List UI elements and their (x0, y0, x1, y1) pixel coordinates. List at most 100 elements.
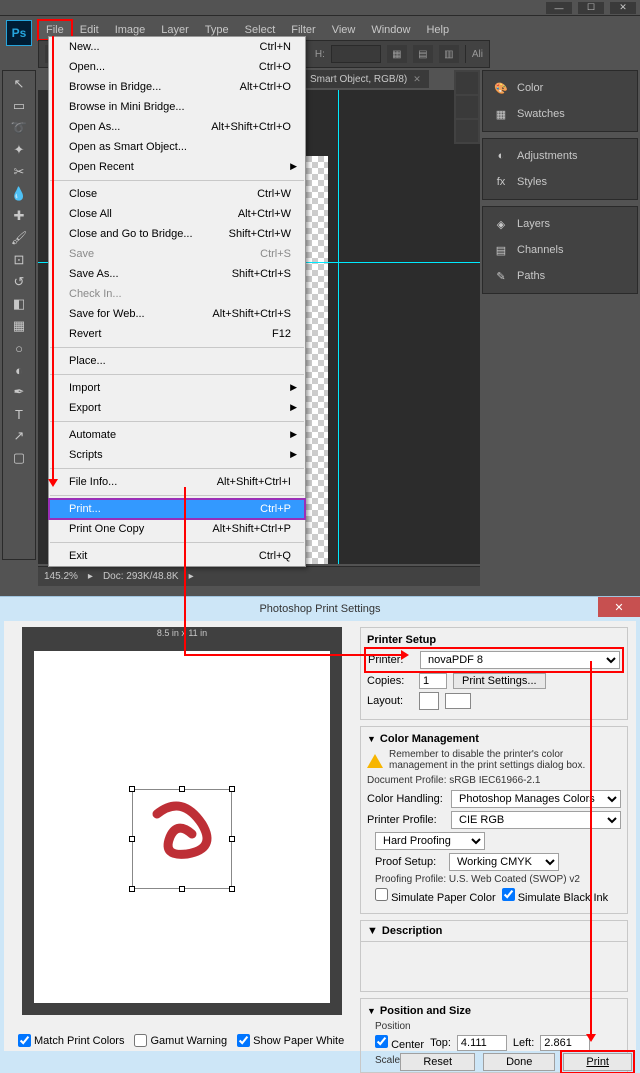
history-brush-icon[interactable]: ↺ (7, 271, 31, 293)
maximize-button[interactable]: ☐ (578, 2, 604, 14)
print-settings-button[interactable]: Print Settings... (453, 673, 546, 689)
landscape-icon[interactable] (445, 693, 471, 709)
print-button[interactable]: Print (563, 1053, 632, 1071)
menu-printone[interactable]: Print One CopyAlt+Shift+Ctrl+P (49, 519, 305, 539)
panel-adjustments[interactable]: ◐Adjustments (485, 143, 635, 169)
heal-tool-icon[interactable]: ✚ (7, 205, 31, 227)
menu-saveas[interactable]: Save As...Shift+Ctrl+S (49, 264, 305, 284)
zoom-icon[interactable]: ▸ (88, 571, 93, 582)
zoom-level[interactable]: 145.2% (44, 571, 78, 582)
panel-swatches[interactable]: ▦Swatches (485, 101, 635, 127)
menu-export[interactable]: Export▶ (49, 398, 305, 418)
menu-import[interactable]: Import▶ (49, 378, 305, 398)
menu-open[interactable]: Open...Ctrl+O (49, 57, 305, 77)
wand-tool-icon[interactable]: ✦ (7, 139, 31, 161)
paper-white-checkbox[interactable]: Show Paper White (237, 1034, 344, 1047)
menu-help[interactable]: Help (418, 20, 457, 40)
top-input[interactable] (457, 1035, 507, 1051)
description-section[interactable]: ▼Description (360, 920, 628, 942)
eyedropper-tool-icon[interactable]: 💧 (7, 183, 31, 205)
menu-revert[interactable]: RevertF12 (49, 324, 305, 344)
handle-icon[interactable] (179, 886, 185, 892)
menu-new[interactable]: New...Ctrl+N (49, 37, 305, 57)
panels: 🎨Color ▦Swatches ◐Adjustments fxStyles ◈… (482, 70, 638, 586)
handling-select[interactable]: Photoshop Manages Colors (451, 790, 621, 808)
menu-exit[interactable]: ExitCtrl+Q (49, 546, 305, 566)
menu-window[interactable]: Window (363, 20, 418, 40)
shape-tool-icon[interactable]: ▢ (7, 447, 31, 469)
sim-black-checkbox[interactable]: Simulate Black Ink (502, 888, 609, 904)
close-button[interactable]: ✕ (610, 2, 636, 14)
panel-collapsed-icon[interactable] (456, 72, 478, 94)
collapse-icon[interactable]: ▼ (367, 734, 376, 744)
dialog-close-button[interactable]: ✕ (598, 597, 640, 617)
eraser-tool-icon[interactable]: ◧ (7, 293, 31, 315)
panel-channels[interactable]: ▤Channels (485, 237, 635, 263)
minimize-button[interactable]: — (546, 2, 572, 14)
guide-vertical[interactable] (338, 90, 339, 564)
panel-collapsed-icon[interactable] (456, 120, 478, 142)
printer-setup-section: Printer Setup Printer: novaPDF 8 Copies:… (360, 627, 628, 720)
menu-print[interactable]: Print...Ctrl+P (49, 499, 305, 519)
panel-layers[interactable]: ◈Layers (485, 211, 635, 237)
handle-icon[interactable] (229, 786, 235, 792)
handle-icon[interactable] (229, 886, 235, 892)
height-field[interactable] (331, 45, 381, 63)
panel-styles[interactable]: fxStyles (485, 169, 635, 195)
center-checkbox[interactable]: Center (375, 1035, 424, 1051)
menu-openas[interactable]: Open As...Alt+Shift+Ctrl+O (49, 117, 305, 137)
dodge-tool-icon[interactable]: ◐ (7, 359, 31, 381)
crop-tool-icon[interactable]: ✂ (7, 161, 31, 183)
match-colors-checkbox[interactable]: Match Print Colors (18, 1034, 124, 1047)
menu-saveweb[interactable]: Save for Web...Alt+Shift+Ctrl+S (49, 304, 305, 324)
profile-select[interactable]: CIE RGB (451, 811, 621, 829)
menu-view[interactable]: View (324, 20, 364, 40)
menu-closeall[interactable]: Close AllAlt+Ctrl+W (49, 204, 305, 224)
panel-paths[interactable]: ✎Paths (485, 263, 635, 289)
handle-icon[interactable] (129, 836, 135, 842)
handle-icon[interactable] (229, 836, 235, 842)
menu-recent[interactable]: Open Recent▶ (49, 157, 305, 177)
collapse-icon[interactable]: ▼ (367, 1006, 376, 1016)
menu-scripts[interactable]: Scripts▶ (49, 445, 305, 465)
menu-fileinfo[interactable]: File Info...Alt+Shift+Ctrl+I (49, 472, 305, 492)
copies-input[interactable] (419, 673, 447, 689)
stamp-tool-icon[interactable]: ⊡ (7, 249, 31, 271)
handle-icon[interactable] (129, 886, 135, 892)
align-icon-3[interactable]: ▥ (439, 45, 459, 63)
menu-automate[interactable]: Automate▶ (49, 425, 305, 445)
done-button[interactable]: Done (483, 1053, 555, 1071)
type-tool-icon[interactable]: T (7, 403, 31, 425)
menu-place[interactable]: Place... (49, 351, 305, 371)
align-icon-1[interactable]: ▦ (387, 45, 407, 63)
statusbar-arrow-icon[interactable]: ▸ (189, 571, 194, 582)
gradient-tool-icon[interactable]: ▦ (7, 315, 31, 337)
menu-minibridge[interactable]: Browse in Mini Bridge... (49, 97, 305, 117)
panel-collapsed-icon[interactable] (456, 96, 478, 118)
menu-browse[interactable]: Browse in Bridge...Alt+Ctrl+O (49, 77, 305, 97)
align-icon-2[interactable]: ▤ (413, 45, 433, 63)
menu-smart[interactable]: Open as Smart Object... (49, 137, 305, 157)
marquee-tool-icon[interactable]: ▭ (7, 95, 31, 117)
brush-tool-icon[interactable]: 🖌 (7, 227, 31, 249)
left-input[interactable] (540, 1035, 590, 1051)
handle-icon[interactable] (179, 786, 185, 792)
menu-closego[interactable]: Close and Go to Bridge...Shift+Ctrl+W (49, 224, 305, 244)
menu-close[interactable]: CloseCtrl+W (49, 184, 305, 204)
tab-close-icon[interactable]: ✕ (413, 74, 421, 85)
portrait-icon[interactable] (419, 692, 439, 710)
gamut-warning-checkbox[interactable]: Gamut Warning (134, 1034, 227, 1047)
handle-icon[interactable] (129, 786, 135, 792)
pen-tool-icon[interactable]: ✒ (7, 381, 31, 403)
lasso-tool-icon[interactable]: ➰ (7, 117, 31, 139)
move-tool-icon[interactable]: ↖ (7, 73, 31, 95)
path-tool-icon[interactable]: ↗ (7, 425, 31, 447)
proofing-select[interactable]: Hard Proofing (375, 832, 485, 850)
preview-paper[interactable] (34, 651, 330, 1003)
proof-setup-select[interactable]: Working CMYK (449, 853, 559, 871)
document-tab[interactable]: Smart Object, RGB/8) ✕ (302, 70, 429, 88)
reset-button[interactable]: Reset (400, 1053, 475, 1071)
panel-color[interactable]: 🎨Color (485, 75, 635, 101)
blur-tool-icon[interactable]: ○ (7, 337, 31, 359)
sim-paper-checkbox[interactable]: Simulate Paper Color (375, 888, 496, 904)
